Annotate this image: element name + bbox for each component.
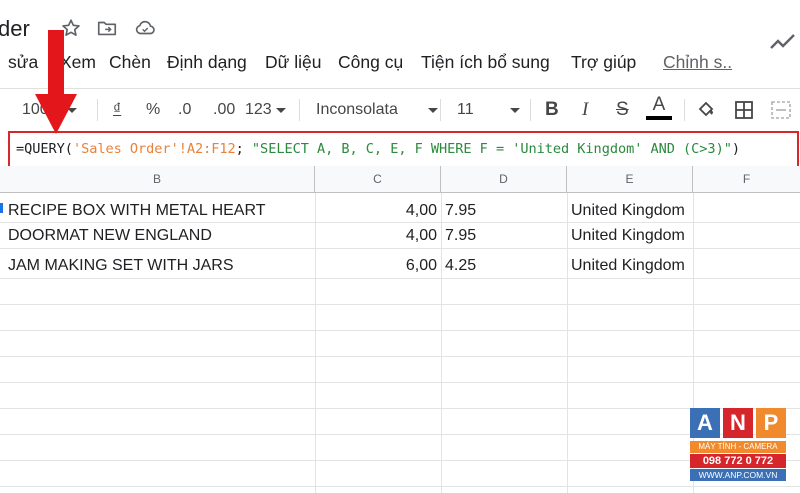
decrease-decimal-button[interactable]: .0 xyxy=(178,97,191,123)
currency-format-button[interactable]: ₫ xyxy=(113,97,121,123)
cell-b3[interactable]: JAM MAKING SET WITH JARS xyxy=(8,257,234,275)
text-color-button[interactable]: A xyxy=(646,95,672,121)
chevron-down-icon xyxy=(427,107,438,113)
document-title[interactable]: der xyxy=(0,16,30,42)
formula-function: =QUERY( xyxy=(16,141,73,157)
logo-tagline: MÁY TÍNH - CAMERA xyxy=(690,441,786,453)
cell-c3[interactable]: 6,00 xyxy=(315,257,437,275)
toolbar-divider xyxy=(440,99,441,121)
title-bar: der xyxy=(0,0,800,49)
toolbar: 100 ₫ % .0 .00 123 Inconsolata 11 B I S … xyxy=(0,88,800,130)
anp-watermark-logo: A N P MÁY TÍNH - CAMERA 098 772 0 772 WW… xyxy=(690,408,786,488)
cell-c2[interactable]: 4,00 xyxy=(315,227,437,245)
cell-e1[interactable]: United Kingdom xyxy=(571,202,685,220)
cell-d3[interactable]: 4.25 xyxy=(445,257,476,275)
italic-button[interactable]: I xyxy=(582,97,588,123)
formula-range: 'Sales Order'!A2:F12 xyxy=(72,141,236,157)
formula-bar-highlight[interactable]: =QUERY('Sales Order'!A2:F12; "SELECT A, … xyxy=(8,131,799,168)
menu-format[interactable]: Định dạng xyxy=(167,52,247,73)
logo-phone: 098 772 0 772 xyxy=(690,454,786,468)
strikethrough-button[interactable]: S xyxy=(616,97,629,123)
logo-letter-a: A xyxy=(690,408,720,438)
toolbar-divider xyxy=(684,99,685,121)
cell-b1[interactable]: RECIPE BOX WITH METAL HEART xyxy=(8,202,266,220)
toolbar-divider xyxy=(299,99,300,121)
font-size-select[interactable]: 11 xyxy=(457,97,520,123)
grid-line xyxy=(0,248,800,249)
column-header-d[interactable]: D xyxy=(441,166,567,193)
grid-line xyxy=(0,356,800,357)
menu-insert[interactable]: Chèn xyxy=(109,52,151,73)
toolbar-divider xyxy=(97,99,98,121)
grid-line xyxy=(0,304,800,305)
last-edit-link[interactable]: Chỉnh s.. xyxy=(663,52,732,73)
cell-d1[interactable]: 7.95 xyxy=(445,202,476,220)
menu-addons[interactable]: Tiện ích bổ sung xyxy=(421,52,550,73)
logo-website: WWW.ANP.COM.VN xyxy=(690,469,786,481)
cell-c1[interactable]: 4,00 xyxy=(315,202,437,220)
menu-tools[interactable]: Công cụ xyxy=(338,52,403,73)
text-color-label: A xyxy=(652,94,666,115)
merge-cells-icon[interactable] xyxy=(770,97,792,123)
formula-close: ) xyxy=(731,141,740,157)
grid-line xyxy=(0,278,800,279)
menu-bar: sửa Xem Chèn Định dạng Dữ liệu Công cụ T… xyxy=(0,52,800,78)
column-header-b[interactable]: B xyxy=(0,166,315,193)
column-header-row: B C D E F xyxy=(0,166,800,193)
bold-button[interactable]: B xyxy=(545,97,559,123)
fill-color-icon[interactable] xyxy=(696,97,716,123)
cell-e2[interactable]: United Kingdom xyxy=(571,227,685,245)
increase-decimal-button[interactable]: .00 xyxy=(213,97,235,123)
red-arrow-annotation xyxy=(34,30,78,134)
logo-letter-p: P xyxy=(756,408,786,438)
cell-b2[interactable]: DOORMAT NEW ENGLAND xyxy=(8,227,212,245)
sheet-grid: B C D E F RECIPE BOX WITH METAL HEART 4,… xyxy=(0,166,800,493)
grid-line xyxy=(567,193,568,493)
decrease-decimal-label: .0 xyxy=(178,101,192,118)
grid-line xyxy=(0,460,800,461)
more-formats-button[interactable]: 123 xyxy=(245,97,286,123)
activity-trend-icon[interactable] xyxy=(770,30,796,52)
grid-line xyxy=(441,193,442,493)
grid-line xyxy=(0,486,800,487)
grid-line xyxy=(0,408,800,409)
borders-icon[interactable] xyxy=(734,97,754,123)
formula-separator: ; xyxy=(235,141,252,157)
chevron-down-icon xyxy=(275,107,286,113)
formula-input[interactable]: =QUERY('Sales Order'!A2:F12; "SELECT A, … xyxy=(16,141,740,157)
menu-help[interactable]: Trợ giúp xyxy=(571,52,636,73)
column-header-c[interactable]: C xyxy=(315,166,441,193)
percent-format-button[interactable]: % xyxy=(146,97,160,123)
font-size-value: 11 xyxy=(457,101,474,118)
formula-query-string: "SELECT A, B, C, E, F WHERE F = 'United … xyxy=(251,141,732,157)
cell-d2[interactable]: 7.95 xyxy=(445,227,476,245)
grid-line xyxy=(0,382,800,383)
toolbar-divider xyxy=(530,99,531,121)
text-color-swatch xyxy=(646,116,672,120)
cell-e3[interactable]: United Kingdom xyxy=(571,257,685,275)
more-formats-label: 123 xyxy=(245,101,272,118)
cloud-saved-icon[interactable] xyxy=(134,17,156,39)
grid-line xyxy=(0,222,800,223)
grid-line xyxy=(0,330,800,331)
menu-data[interactable]: Dữ liệu xyxy=(265,52,321,73)
move-to-folder-icon[interactable] xyxy=(96,17,118,39)
increase-decimal-label: .00 xyxy=(213,101,236,118)
column-header-e[interactable]: E xyxy=(567,166,693,193)
logo-letters: A N P xyxy=(690,408,786,442)
selection-marker xyxy=(0,203,3,213)
column-header-f[interactable]: F xyxy=(693,166,800,193)
font-family-select[interactable]: Inconsolata xyxy=(316,97,438,123)
grid-line xyxy=(0,434,800,435)
chevron-down-icon xyxy=(509,107,520,113)
font-family-value: Inconsolata xyxy=(316,101,398,118)
logo-letter-n: N xyxy=(723,408,753,438)
